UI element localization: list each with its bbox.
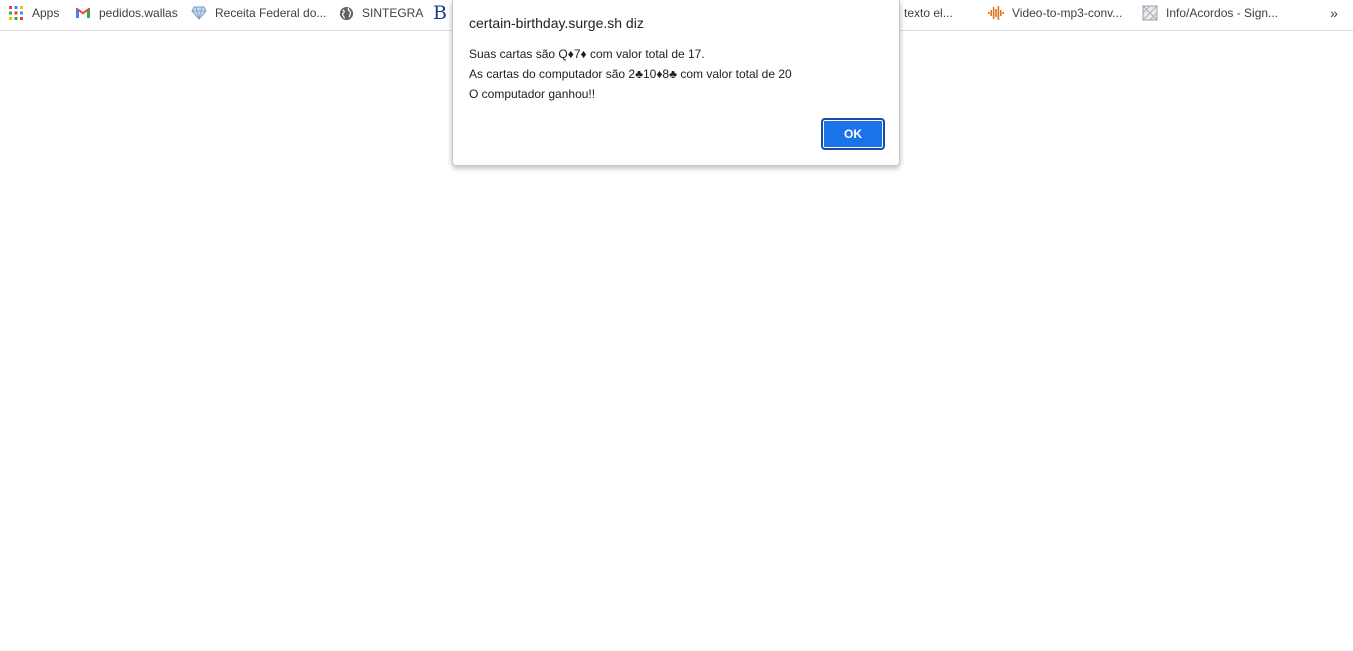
b-letter-icon: B <box>433 2 447 24</box>
bookmark-label: Video-to-mp3-conv... <box>1012 6 1123 20</box>
bookmark-pedidos-wallas[interactable]: pedidos.wallas <box>75 0 178 26</box>
diamond-icon <box>191 5 207 21</box>
bookmark-label: Apps <box>32 6 60 20</box>
bookmark-receita-federal[interactable]: Receita Federal do... <box>191 0 326 26</box>
more-bookmarks-button[interactable]: » <box>1325 3 1343 23</box>
dialog-title: certain-birthday.surge.sh diz <box>469 15 644 31</box>
dialog-message-line: As cartas do computador são 2♣10♦8♣ com … <box>469 67 792 81</box>
document-icon <box>1142 5 1158 21</box>
bookmark-label: pedidos.wallas <box>99 6 178 20</box>
apps-grid-icon <box>8 5 24 21</box>
dialog-message-line: Suas cartas são Q♦7♦ com valor total de … <box>469 47 705 61</box>
audio-wave-icon <box>988 5 1004 21</box>
dialog-message: Suas cartas são Q♦7♦ com valor total de … <box>469 44 792 104</box>
ok-button[interactable]: OK <box>821 118 885 150</box>
bookmark-info-acordos[interactable]: Info/Acordos - Sign... <box>1142 0 1278 26</box>
bookmark-video-to-mp3[interactable]: Video-to-mp3-conv... <box>988 0 1122 26</box>
bookmark-apps[interactable]: Apps <box>8 0 59 26</box>
bookmark-label: Info/Acordos - Sign... <box>1166 6 1279 20</box>
dialog-message-line: O computador ganhou!! <box>469 87 596 101</box>
bookmark-label: SINTEGRA <box>362 6 424 20</box>
alert-dialog: certain-birthday.surge.sh diz Suas carta… <box>452 0 900 166</box>
globe-icon <box>338 5 354 21</box>
bookmark-label: Receita Federal do... <box>215 6 327 20</box>
gmail-icon <box>75 5 91 21</box>
bookmark-sintegra[interactable]: SINTEGRA <box>338 0 423 26</box>
